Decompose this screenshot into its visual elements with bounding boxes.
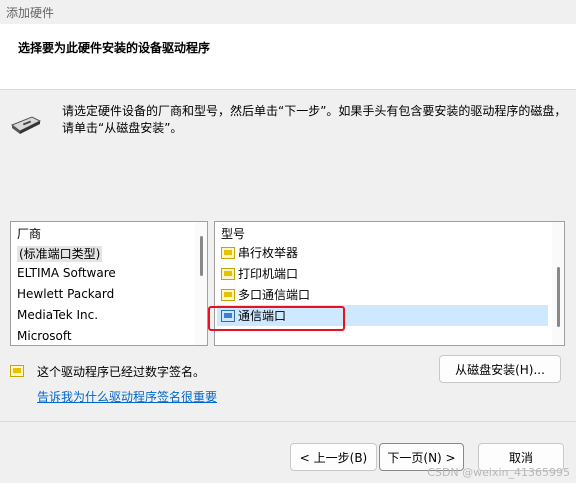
driver-signature-icon <box>10 365 24 377</box>
manufacturer-item[interactable]: Microsoft <box>11 326 193 347</box>
model-scrollbar[interactable] <box>552 222 564 345</box>
signature-status: 这个驱动程序已经过数字签名。 <box>37 365 206 379</box>
back-button[interactable]: < 上一步(B) <box>290 443 377 471</box>
model-scrollbar-thumb[interactable] <box>557 267 560 327</box>
title-bar: 添加硬件 <box>0 0 576 24</box>
driver-signed-icon <box>221 246 235 259</box>
manufacturer-scrollbar[interactable] <box>195 222 207 345</box>
driver-signed-icon <box>221 288 235 301</box>
model-item[interactable]: 打印机端口 <box>215 263 550 284</box>
signature-info-link[interactable]: 告诉我为什么驱动程序签名很重要 <box>37 388 217 405</box>
manufacturer-item[interactable]: Hewlett Packard <box>11 284 193 305</box>
selection-highlight-box <box>208 306 345 331</box>
model-item[interactable]: 串行枚举器 <box>215 242 550 263</box>
watermark-text: CSDN @weixin_41365995 <box>427 466 570 479</box>
manufacturer-listbox[interactable]: 厂商 (标准端口类型) ELTIMA Software Hewlett Pack… <box>10 221 208 346</box>
driver-signed-icon <box>221 267 235 280</box>
model-item-label: 多口通信端口 <box>238 288 311 302</box>
manufacturer-item[interactable]: MediaTek Inc. <box>11 305 193 326</box>
page-heading: 选择要为此硬件安装的设备驱动程序 <box>18 41 211 55</box>
manufacturer-scrollbar-thumb[interactable] <box>200 236 203 276</box>
model-list-header: 型号 <box>221 227 246 241</box>
window-title: 添加硬件 <box>6 6 55 20</box>
model-item-label: 串行枚举器 <box>238 246 299 260</box>
manufacturer-list-header: 厂商 <box>17 227 42 241</box>
manufacturer-item[interactable]: (标准端口类型) <box>11 242 193 263</box>
manufacturer-item[interactable]: ELTIMA Software <box>11 263 193 284</box>
have-disk-button[interactable]: 从磁盘安装(H)... <box>439 355 561 383</box>
model-item-label: 打印机端口 <box>238 267 299 281</box>
hardware-device-icon <box>10 113 42 135</box>
wizard-header: 选择要为此硬件安装的设备驱动程序 <box>0 24 576 90</box>
model-item[interactable]: 多口通信端口 <box>215 284 550 305</box>
instructions-text: 请选定硬件设备的厂商和型号，然后单击“下一步”。如果手头有包含要安装的驱动程序的… <box>62 104 567 135</box>
footer-divider <box>0 421 576 422</box>
